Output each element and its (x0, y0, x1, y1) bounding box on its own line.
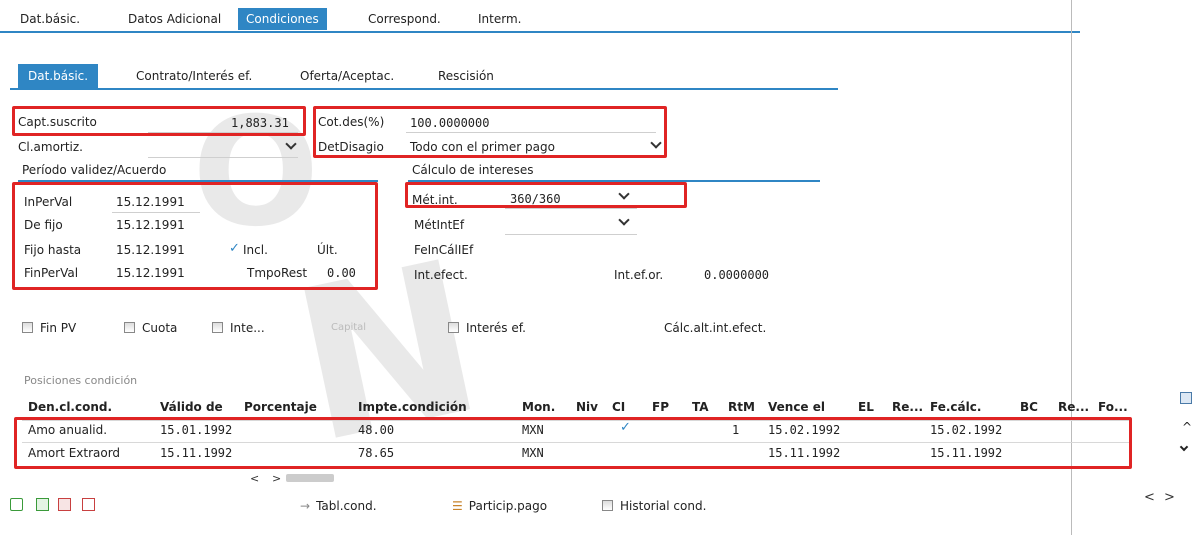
tabl-cond-button[interactable]: → Tabl.cond. (300, 496, 377, 516)
particip-pago-button[interactable]: ☰ Particip.pago (452, 496, 547, 516)
tab-correspond[interactable]: Correspond. (360, 8, 449, 30)
table-title: Posiciones condición (24, 374, 138, 387)
col-porcentaje[interactable]: Porcentaje (244, 400, 317, 414)
highlight-metint (405, 182, 687, 208)
scroll-up-icon[interactable]: ^ (1182, 420, 1192, 434)
col-fo[interactable]: Fo... (1098, 400, 1128, 414)
col-fecalc[interactable]: Fe.cálc. (930, 400, 981, 414)
intefor-value: 0.0000000 (704, 268, 770, 282)
page-right-icon[interactable]: > (1164, 490, 1175, 505)
fin-pv-button[interactable]: Fin PV (22, 318, 76, 338)
feincallef-label: FeInCálIEf (414, 243, 474, 257)
subtab-oferta-aceptac[interactable]: Oferta/Aceptac. (290, 64, 404, 88)
col-mon[interactable]: Mon. (522, 400, 555, 414)
col-re1[interactable]: Re... (892, 400, 923, 414)
col-re2[interactable]: Re... (1058, 400, 1089, 414)
filter-icon[interactable] (10, 498, 23, 511)
table-icon (22, 322, 33, 333)
scroll-right-icon[interactable]: > (272, 472, 281, 485)
interes-ef-button[interactable]: Interés ef. (448, 318, 526, 338)
col-niv[interactable]: Niv (576, 400, 598, 414)
calculo-section-title: Cálculo de intereses (412, 163, 534, 177)
subtab-dat-basic[interactable]: Dat.básic. (18, 64, 99, 88)
page-left-icon[interactable]: < (1144, 490, 1155, 505)
arrow-icon: → (300, 499, 311, 513)
col-importe[interactable]: Impte.condición (358, 400, 467, 414)
calc-alt-int-button[interactable]: Cálc.alt.int.efect. (664, 318, 766, 338)
metintef-select[interactable] (505, 215, 637, 235)
table-icon (448, 322, 459, 333)
col-el[interactable]: EL (858, 400, 874, 414)
highlight-table-rows (14, 417, 1132, 469)
col-valido[interactable]: Válido de (160, 400, 223, 414)
col-rtm[interactable]: RtM (728, 400, 755, 414)
clamortiz-select[interactable] (148, 138, 298, 158)
scroll-down-icon[interactable] (1179, 442, 1189, 452)
col-fp[interactable]: FP (652, 400, 669, 414)
table-settings-icon[interactable] (1180, 392, 1192, 404)
tab-dat-basic[interactable]: Dat.básic. (12, 8, 88, 30)
participants-icon: ☰ (452, 499, 463, 513)
historial-cond-button[interactable]: Historial cond. (602, 496, 706, 516)
copy-row-icon[interactable] (82, 498, 95, 511)
info-icon (602, 500, 613, 511)
col-den[interactable]: Den.cl.cond. (28, 400, 112, 414)
col-bc[interactable]: BC (1020, 400, 1038, 414)
cuota-button[interactable]: Cuota (124, 318, 177, 338)
table-icon (212, 322, 223, 333)
intefect-label: Int.efect. (414, 268, 468, 282)
subtab-rescision[interactable]: Rescisión (428, 64, 504, 88)
horizontal-scrollbar[interactable] (286, 474, 334, 482)
clamortiz-label: Cl.amortiz. (18, 140, 83, 154)
periodo-section-title: Período validez/Acuerdo (22, 163, 167, 177)
tab-datos-adicional[interactable]: Datos Adicional (120, 8, 229, 30)
highlight-capt (12, 106, 306, 136)
tab-condiciones[interactable]: Condiciones (238, 8, 327, 30)
tab-interm[interactable]: Interm. (470, 8, 529, 30)
capital-button[interactable]: Capital (331, 318, 366, 338)
inte-button[interactable]: Inte... (212, 318, 265, 338)
scroll-left-icon[interactable]: < (250, 472, 259, 485)
insert-row-icon[interactable] (36, 498, 49, 511)
highlight-periodo (12, 182, 378, 290)
delete-row-icon[interactable] (58, 498, 71, 511)
metintef-label: MétIntEf (414, 218, 465, 232)
highlight-cotdes (313, 106, 667, 158)
table-icon (124, 322, 135, 333)
subtab-contrato-interes[interactable]: Contrato/Interés ef. (126, 64, 262, 88)
intefor-label: Int.ef.or. (614, 268, 664, 282)
col-ta[interactable]: TA (692, 400, 709, 414)
col-vence[interactable]: Vence el (768, 400, 825, 414)
col-ci[interactable]: CI (612, 400, 625, 414)
